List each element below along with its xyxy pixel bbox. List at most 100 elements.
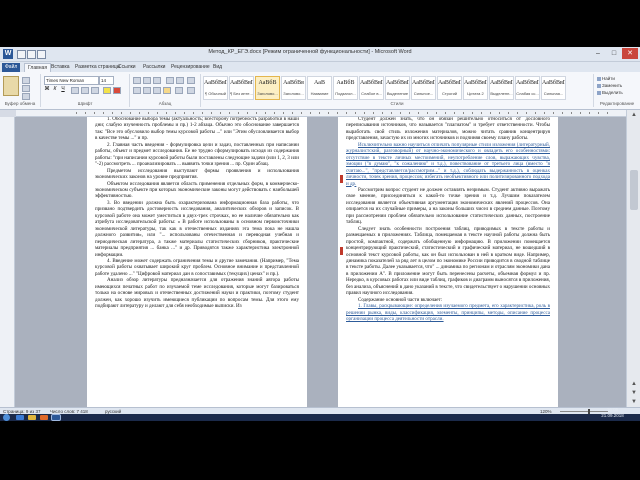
align-left-icon[interactable]: [133, 87, 141, 94]
paragraph: 2. Главная часть введения - формулировка…: [95, 141, 299, 168]
style-sample: АаВбВвГг: [204, 80, 228, 86]
start-button-icon[interactable]: [3, 414, 10, 421]
folder-icon[interactable]: [28, 415, 36, 420]
tab-insert[interactable]: Вставка: [48, 63, 73, 72]
align-center-icon[interactable]: [143, 87, 151, 94]
scroll-thumb[interactable]: [630, 170, 638, 210]
multilevel-list-icon[interactable]: [153, 77, 161, 84]
ruler-tick: [544, 112, 545, 114]
style-card[interactable]: АаВбВвГ Сильное...: [411, 76, 436, 100]
ruler-tick: [328, 112, 329, 114]
show-marks-icon[interactable]: [187, 77, 195, 84]
page-right-text[interactable]: Студент должен знать, что он обязан реши…: [346, 117, 550, 323]
ruler-tick: [319, 112, 320, 114]
strikethrough-icon[interactable]: [71, 87, 79, 94]
word-taskbar-icon[interactable]: [51, 414, 61, 421]
bullets-icon[interactable]: [133, 77, 141, 84]
system-tray[interactable]: 16:05 21.09.2018: [585, 407, 640, 421]
document-area[interactable]: 1. Обоснование выбора темы (актуальность…: [15, 117, 626, 407]
style-card[interactable]: АаВ Название: [307, 76, 332, 100]
style-card[interactable]: АаВбВвГг ¶ Обычный: [203, 76, 228, 100]
style-card[interactable]: АаВбВвГ Сильная...: [541, 76, 566, 100]
ie-icon[interactable]: [16, 415, 24, 420]
font-color-icon[interactable]: [113, 87, 121, 94]
page-left[interactable]: 1. Обоснование выбора темы (актуальность…: [87, 117, 307, 407]
page-right[interactable]: Студент должен знать, что он обязан реши…: [338, 117, 558, 407]
tab-references[interactable]: Ссылки: [115, 63, 139, 72]
decrease-indent-icon[interactable]: [166, 77, 174, 84]
align-right-icon[interactable]: [153, 87, 161, 94]
style-card[interactable]: АаВбВвГг ¶ Без инте...: [229, 76, 254, 100]
ruler-tick: [598, 112, 599, 114]
borders-icon[interactable]: [187, 87, 195, 94]
next-page-icon[interactable]: ▼: [630, 389, 638, 397]
style-name: ¶ Обычный: [205, 91, 226, 96]
style-card[interactable]: АаВбВвГ Выделенн...: [489, 76, 514, 100]
undo-icon[interactable]: [27, 50, 36, 59]
window-title: Метод_КР_ЕГЭ.docx [Режим ограниченной фу…: [208, 49, 412, 55]
save-icon[interactable]: [17, 50, 26, 59]
style-name: Сильное...: [413, 91, 434, 96]
paragraph: Студент должен знать, что он обязан реши…: [346, 117, 550, 142]
word-app-icon[interactable]: W: [3, 49, 13, 59]
copy-icon[interactable]: [22, 85, 30, 92]
style-card[interactable]: АаВбВвГг Строгий: [437, 76, 462, 100]
letterbox-bottom: [0, 421, 640, 480]
ruler-tick: [238, 112, 239, 114]
justify-icon[interactable]: [163, 87, 171, 94]
style-card[interactable]: АаВбВвГ Выделение: [385, 76, 410, 100]
ruler-tick: [589, 112, 590, 114]
format-painter-icon[interactable]: [22, 93, 30, 100]
vertical-scrollbar[interactable]: ▲ ▲ ▼ ▼: [626, 110, 640, 407]
ruler-tick: [391, 112, 392, 114]
find-button[interactable]: Найти: [597, 76, 615, 81]
select-button[interactable]: Выделить: [597, 90, 623, 95]
style-name: ¶ Без инте...: [230, 91, 253, 96]
tab-view[interactable]: Вид: [210, 63, 225, 72]
media-player-icon[interactable]: [40, 415, 48, 420]
style-card[interactable]: АаВбВвГ Цитата 2: [463, 76, 488, 100]
bold-button[interactable]: Ж: [44, 86, 50, 92]
style-sample: АаВбВвГ: [490, 80, 514, 86]
cut-icon[interactable]: [22, 77, 30, 84]
style-card[interactable]: АаВбВв Заголово...: [281, 76, 306, 100]
ruler-tick: [571, 112, 572, 114]
vertical-ruler[interactable]: [0, 117, 15, 407]
superscript-icon[interactable]: [91, 87, 99, 94]
maximize-button[interactable]: □: [606, 48, 622, 59]
style-name: Сильная...: [543, 91, 564, 96]
line-spacing-icon[interactable]: [175, 87, 183, 94]
scroll-down-icon[interactable]: ▼: [630, 398, 638, 406]
style-card[interactable]: АаВбВ Подзагол...: [333, 76, 358, 100]
scroll-up-icon[interactable]: ▲: [630, 111, 638, 119]
style-name: Слабая сс...: [516, 91, 539, 96]
prev-page-icon[interactable]: ▲: [630, 380, 638, 388]
minimize-button[interactable]: –: [590, 48, 606, 59]
style-name: Заголово...: [283, 91, 304, 96]
ruler-tick: [373, 112, 374, 114]
font-size-field[interactable]: 14: [99, 76, 114, 85]
highlighted-paragraph: 1. Главы, раскрывающие: определения изуч…: [346, 303, 550, 323]
paste-icon[interactable]: [3, 76, 19, 96]
underline-button[interactable]: Ч: [60, 86, 66, 92]
subscript-icon[interactable]: [81, 87, 89, 94]
paragraph: Рассмотрим вопрос студент не должен оста…: [346, 186, 550, 226]
italic-button[interactable]: К: [52, 86, 58, 92]
increase-indent-icon[interactable]: [176, 77, 184, 84]
style-card[interactable]: АаВбВ Заголово...: [255, 76, 280, 100]
style-card[interactable]: АаВбВвГ Слабая сс...: [515, 76, 540, 100]
tab-mailings[interactable]: Рассылки: [140, 63, 168, 72]
highlight-color-icon[interactable]: [103, 87, 111, 94]
taskbar: 16:05 21.09.2018: [0, 407, 640, 421]
ruler-tick: [121, 112, 122, 114]
style-card[interactable]: АаВбВвГ Слабое в...: [359, 76, 384, 100]
tab-review[interactable]: Рецензирование: [168, 63, 213, 72]
font-name-field[interactable]: Times New Roman: [44, 76, 99, 85]
numbering-icon[interactable]: [143, 77, 151, 84]
close-button[interactable]: ✕: [622, 48, 638, 59]
redo-icon[interactable]: [37, 50, 46, 59]
page-left-text[interactable]: 1. Обоснование выбора темы (актуальность…: [95, 117, 299, 310]
replace-button[interactable]: Заменить: [597, 83, 622, 88]
horizontal-ruler[interactable]: [16, 110, 626, 117]
tab-file[interactable]: Файл: [2, 63, 21, 72]
